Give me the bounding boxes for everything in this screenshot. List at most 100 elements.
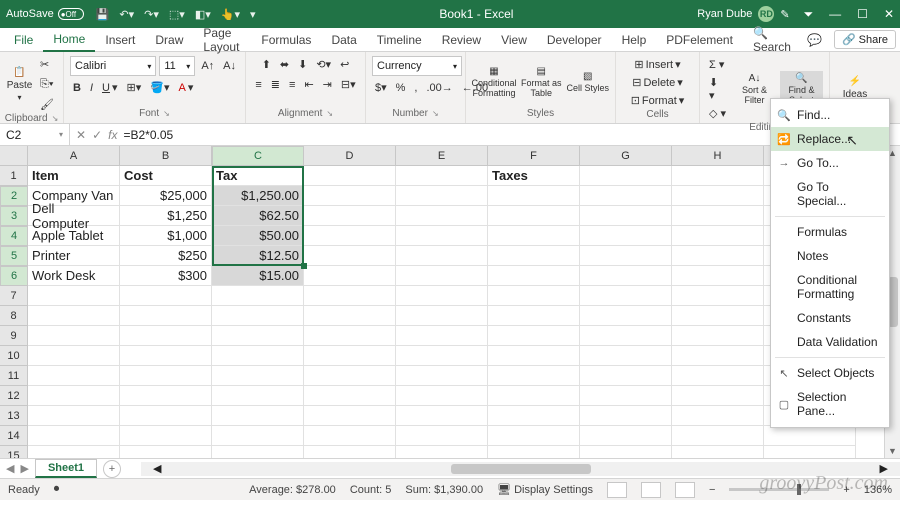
row-header[interactable]: 10 — [0, 346, 28, 366]
menu-goto-special[interactable]: Go To Special... — [771, 175, 889, 213]
cell[interactable] — [120, 346, 212, 366]
cell[interactable] — [488, 366, 580, 386]
conditional-formatting-button[interactable]: ▦Conditional Formatting — [472, 66, 516, 99]
cell[interactable] — [28, 326, 120, 346]
row-header[interactable]: 2 — [0, 186, 28, 206]
cell[interactable] — [488, 406, 580, 426]
cell[interactable] — [580, 426, 672, 446]
cell[interactable] — [488, 326, 580, 346]
minimize-icon[interactable]: — — [829, 7, 841, 22]
align-middle-button[interactable]: ⬌ — [277, 56, 292, 73]
cell[interactable] — [304, 186, 396, 206]
cell[interactable] — [28, 286, 120, 306]
menu-constants[interactable]: Constants — [771, 306, 889, 330]
tab-formulas[interactable]: Formulas — [251, 29, 321, 51]
cell[interactable] — [488, 346, 580, 366]
column-header[interactable]: E — [396, 146, 488, 166]
cell[interactable] — [120, 386, 212, 406]
cell[interactable] — [396, 366, 488, 386]
cell-styles-button[interactable]: ▧Cell Styles — [567, 71, 610, 94]
font-size-select[interactable]: 11▾ — [159, 56, 195, 76]
fill-color-button[interactable]: 🪣▾ — [147, 79, 172, 96]
enter-formula-icon[interactable]: ✓ — [92, 128, 102, 142]
menu-data-validation[interactable]: Data Validation — [771, 330, 889, 354]
cell[interactable] — [212, 326, 304, 346]
cell[interactable] — [580, 286, 672, 306]
tab-review[interactable]: Review — [432, 29, 491, 51]
dialog-launcher-icon[interactable]: ↘ — [432, 109, 439, 118]
row-header[interactable]: 5 — [0, 246, 28, 266]
user-avatar[interactable]: RD — [758, 6, 774, 22]
percent-button[interactable]: % — [393, 80, 409, 96]
cell[interactable] — [120, 446, 212, 458]
dialog-launcher-icon[interactable]: ↘ — [326, 109, 333, 118]
cell[interactable] — [580, 246, 672, 266]
menu-goto[interactable]: →Go To... — [771, 151, 889, 175]
maximize-icon[interactable]: ☐ — [857, 7, 868, 22]
cell[interactable] — [120, 326, 212, 346]
cell[interactable]: $1,250 — [120, 206, 212, 226]
cell[interactable]: $300 — [120, 266, 212, 286]
accounting-format-button[interactable]: $▾ — [372, 79, 390, 96]
qat-icon[interactable]: ⬚▾ — [169, 8, 185, 21]
cell[interactable] — [120, 426, 212, 446]
align-top-button[interactable]: ⬆ — [259, 56, 274, 73]
cell[interactable] — [580, 406, 672, 426]
align-bottom-button[interactable]: ⬇ — [295, 56, 310, 73]
cell[interactable]: $15.00 — [212, 266, 304, 286]
cell[interactable] — [396, 166, 488, 186]
cell[interactable] — [672, 346, 764, 366]
cell[interactable] — [580, 206, 672, 226]
cell[interactable] — [396, 306, 488, 326]
cell[interactable] — [580, 266, 672, 286]
cell[interactable] — [396, 186, 488, 206]
cell[interactable] — [764, 446, 856, 458]
cell[interactable]: Dell Computer — [28, 206, 120, 226]
cell[interactable]: $62.50 — [212, 206, 304, 226]
cell[interactable]: $12.50 — [212, 246, 304, 266]
row-header[interactable]: 14 — [0, 426, 28, 446]
select-all-corner[interactable] — [0, 146, 28, 166]
cell[interactable] — [488, 426, 580, 446]
increase-indent-button[interactable]: ⇥ — [320, 76, 335, 93]
number-format-select[interactable]: Currency▾ — [372, 56, 462, 76]
cell[interactable] — [28, 406, 120, 426]
menu-select-objects[interactable]: ↖Select Objects — [771, 361, 889, 385]
cell[interactable] — [212, 366, 304, 386]
cell[interactable] — [304, 226, 396, 246]
cell[interactable] — [488, 246, 580, 266]
font-name-select[interactable]: Calibri▾ — [70, 56, 156, 76]
cell[interactable] — [120, 406, 212, 426]
cell[interactable] — [672, 266, 764, 286]
cell[interactable] — [212, 346, 304, 366]
cell[interactable]: $250 — [120, 246, 212, 266]
account-area[interactable]: Ryan Dube RD ✎ — [697, 6, 789, 22]
cell[interactable] — [672, 306, 764, 326]
new-sheet-button[interactable]: + — [103, 460, 121, 478]
close-icon[interactable]: ✕ — [884, 7, 894, 22]
cell[interactable] — [672, 166, 764, 186]
cell[interactable] — [212, 446, 304, 458]
undo-icon[interactable]: ↶▾ — [119, 8, 134, 21]
menu-conditional-formatting[interactable]: Conditional Formatting — [771, 268, 889, 306]
tab-help[interactable]: Help — [612, 29, 657, 51]
cell[interactable] — [396, 326, 488, 346]
cell[interactable] — [672, 286, 764, 306]
cell[interactable] — [764, 426, 856, 446]
format-as-table-button[interactable]: ▤Format as Table — [520, 66, 563, 99]
cell[interactable] — [304, 346, 396, 366]
merge-button[interactable]: ⊟▾ — [338, 76, 359, 93]
tab-pdfelement[interactable]: PDFelement — [656, 29, 743, 51]
paste-button[interactable]: 📋 Paste ▾ — [6, 67, 33, 102]
cell[interactable] — [488, 306, 580, 326]
cell[interactable] — [120, 366, 212, 386]
cell[interactable]: Apple Tablet — [28, 226, 120, 246]
cell[interactable] — [304, 166, 396, 186]
cell[interactable] — [672, 206, 764, 226]
border-button[interactable]: ⊞▾ — [124, 79, 145, 96]
cell[interactable] — [304, 246, 396, 266]
cell[interactable] — [580, 346, 672, 366]
cell[interactable] — [488, 206, 580, 226]
cell[interactable] — [212, 306, 304, 326]
tab-home[interactable]: Home — [43, 28, 95, 52]
